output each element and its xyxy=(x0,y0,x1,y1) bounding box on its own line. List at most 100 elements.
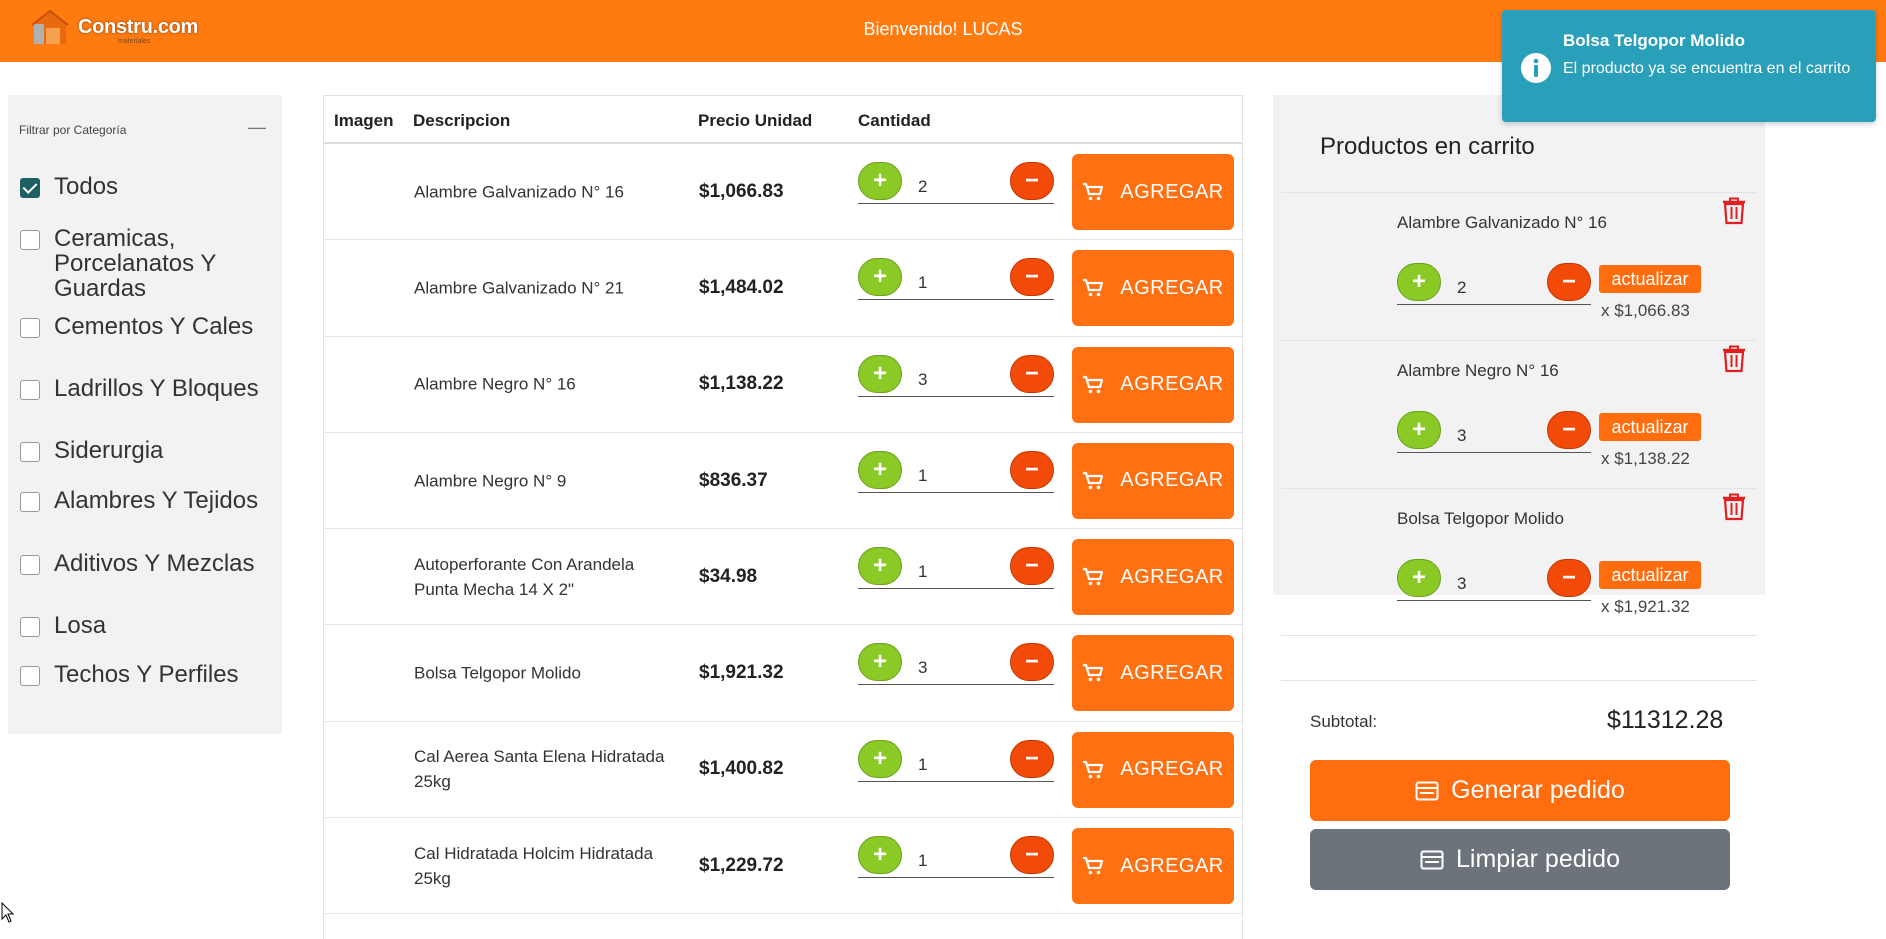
quantity-stepper[interactable]: +1 − xyxy=(858,739,1054,782)
product-price: $836.37 xyxy=(699,469,768,491)
quantity-stepper[interactable]: +2 − xyxy=(858,162,1054,204)
decrement-button[interactable]: − xyxy=(1010,354,1054,393)
quantity-stepper[interactable]: +1 − xyxy=(858,258,1054,301)
info-toast[interactable]: Bolsa Telgopor Molido El producto ya se … xyxy=(1502,10,1876,122)
trash-icon[interactable] xyxy=(1721,493,1747,521)
cart-quantity-input[interactable]: 3 xyxy=(1457,574,1466,594)
quantity-input[interactable]: 1 xyxy=(918,466,927,486)
trash-icon[interactable] xyxy=(1721,345,1747,373)
add-to-cart-label: AGREGAR xyxy=(1120,758,1224,781)
quantity-stepper[interactable]: +1 − xyxy=(858,450,1054,493)
product-description: Alambre Negro N° 9 xyxy=(414,471,567,491)
add-to-cart-button[interactable]: AGREGAR xyxy=(1072,731,1234,808)
clear-order-button[interactable]: Limpiar pedido xyxy=(1310,829,1730,890)
category-option[interactable]: Cementos Y Cales xyxy=(20,314,270,339)
category-option[interactable]: Techos Y Perfiles xyxy=(20,662,270,687)
category-option[interactable]: Losa xyxy=(20,613,270,638)
decrement-button[interactable]: − xyxy=(1010,162,1054,200)
category-checkbox[interactable] xyxy=(20,492,40,512)
update-button[interactable]: actualizar xyxy=(1599,561,1701,589)
add-to-cart-button[interactable]: AGREGAR xyxy=(1072,442,1234,519)
add-to-cart-button[interactable]: AGREGAR xyxy=(1072,539,1234,616)
cart-icon xyxy=(1083,182,1104,201)
decrement-button[interactable]: − xyxy=(1547,411,1591,449)
trash-icon[interactable] xyxy=(1721,197,1747,225)
increment-button[interactable]: + xyxy=(858,547,902,586)
increment-button[interactable]: + xyxy=(858,450,902,489)
quantity-input[interactable]: 2 xyxy=(918,177,927,197)
cart-item-name: Bolsa Telgopor Molido xyxy=(1397,509,1564,528)
quantity-stepper[interactable]: +1 − xyxy=(858,836,1054,879)
category-option[interactable]: Alambres Y Tejidos xyxy=(20,488,270,513)
decrement-button[interactable]: − xyxy=(1010,547,1054,586)
add-to-cart-button[interactable]: AGREGAR xyxy=(1072,346,1234,423)
category-checkbox[interactable] xyxy=(20,442,40,462)
decrement-button[interactable]: − xyxy=(1010,258,1054,297)
decrement-button[interactable]: − xyxy=(1010,450,1054,489)
quantity-input[interactable]: 1 xyxy=(918,851,927,871)
increment-button[interactable]: + xyxy=(858,162,902,200)
category-checkbox[interactable] xyxy=(20,230,40,250)
product-description: Alambre Galvanizado N° 21 xyxy=(414,278,624,298)
category-option[interactable]: Siderurgia xyxy=(20,438,270,463)
decrement-button[interactable]: − xyxy=(1010,836,1054,875)
add-to-cart-button[interactable]: AGREGAR xyxy=(1072,635,1234,712)
increment-button[interactable]: + xyxy=(1397,263,1441,301)
add-to-cart-button[interactable]: AGREGAR xyxy=(1072,828,1234,905)
quantity-stepper[interactable]: +3 − xyxy=(858,354,1054,397)
quantity-stepper[interactable]: +3 − xyxy=(858,643,1054,686)
delete-item-button[interactable] xyxy=(1721,345,1747,378)
product-price: $1,400.82 xyxy=(699,758,784,780)
generate-order-button[interactable]: Generar pedido xyxy=(1310,760,1730,821)
category-checkbox[interactable] xyxy=(20,666,40,686)
update-button[interactable]: actualizar xyxy=(1599,413,1701,441)
filter-title: Filtrar por Categoría xyxy=(19,123,127,137)
increment-button[interactable]: + xyxy=(1397,411,1441,449)
product-description: Cal Hidratada Holcim Hidratada 25kg xyxy=(414,843,654,888)
category-label: Techos Y Perfiles xyxy=(54,661,239,688)
decrement-button[interactable]: − xyxy=(1010,643,1054,682)
add-to-cart-button[interactable]: AGREGAR xyxy=(1072,250,1234,327)
increment-button[interactable]: + xyxy=(858,354,902,393)
cart-quantity-stepper[interactable]: +3 − xyxy=(1397,411,1591,453)
category-checkbox[interactable] xyxy=(20,555,40,575)
generate-order-label: Generar pedido xyxy=(1451,776,1625,804)
decrement-button[interactable]: − xyxy=(1010,739,1054,778)
quantity-input[interactable]: 1 xyxy=(918,273,927,293)
delete-item-button[interactable] xyxy=(1721,493,1747,526)
table-row: Alambre Galvanizado N° 16 $1,066.83 +2 − AGR… xyxy=(324,144,1242,241)
update-button[interactable]: actualizar xyxy=(1599,265,1701,293)
category-label: Aditivos Y Mezclas xyxy=(54,550,255,577)
increment-button[interactable]: + xyxy=(858,739,902,778)
category-checkbox[interactable] xyxy=(20,178,40,198)
collapse-icon[interactable]: — xyxy=(248,117,266,138)
category-option[interactable]: Ceramicas, Porcelanatos Y Guardas xyxy=(20,226,270,301)
delete-item-button[interactable] xyxy=(1721,197,1747,230)
category-option[interactable]: Ladrillos Y Bloques xyxy=(20,376,270,401)
add-to-cart-button[interactable]: AGREGAR xyxy=(1072,154,1234,230)
cart-quantity-input[interactable]: 3 xyxy=(1457,426,1466,446)
category-option[interactable]: Todos xyxy=(20,174,270,199)
category-checkbox[interactable] xyxy=(20,617,40,637)
increment-button[interactable]: + xyxy=(1397,559,1441,597)
quantity-input[interactable]: 3 xyxy=(918,658,927,678)
category-checkbox[interactable] xyxy=(20,318,40,338)
category-label: Siderurgia xyxy=(54,437,164,464)
quantity-input[interactable]: 1 xyxy=(918,562,927,582)
cart-quantity-stepper[interactable]: +2 − xyxy=(1397,263,1591,305)
quantity-input[interactable]: 1 xyxy=(918,755,927,775)
clear-order-label: Limpiar pedido xyxy=(1456,845,1620,873)
cart-quantity-input[interactable]: 2 xyxy=(1457,278,1466,298)
toast-title: Bolsa Telgopor Molido xyxy=(1563,31,1745,50)
table-header: Imagen Descripcion Precio Unidad Cantida… xyxy=(324,96,1242,144)
increment-button[interactable]: + xyxy=(858,643,902,682)
cart-quantity-stepper[interactable]: +3 − xyxy=(1397,559,1591,601)
decrement-button[interactable]: − xyxy=(1547,263,1591,301)
category-option[interactable]: Aditivos Y Mezclas xyxy=(20,551,270,576)
category-checkbox[interactable] xyxy=(20,380,40,400)
decrement-button[interactable]: − xyxy=(1547,559,1591,597)
quantity-input[interactable]: 3 xyxy=(918,370,927,390)
quantity-stepper[interactable]: +1 − xyxy=(858,547,1054,590)
increment-button[interactable]: + xyxy=(858,258,902,297)
increment-button[interactable]: + xyxy=(858,836,902,875)
